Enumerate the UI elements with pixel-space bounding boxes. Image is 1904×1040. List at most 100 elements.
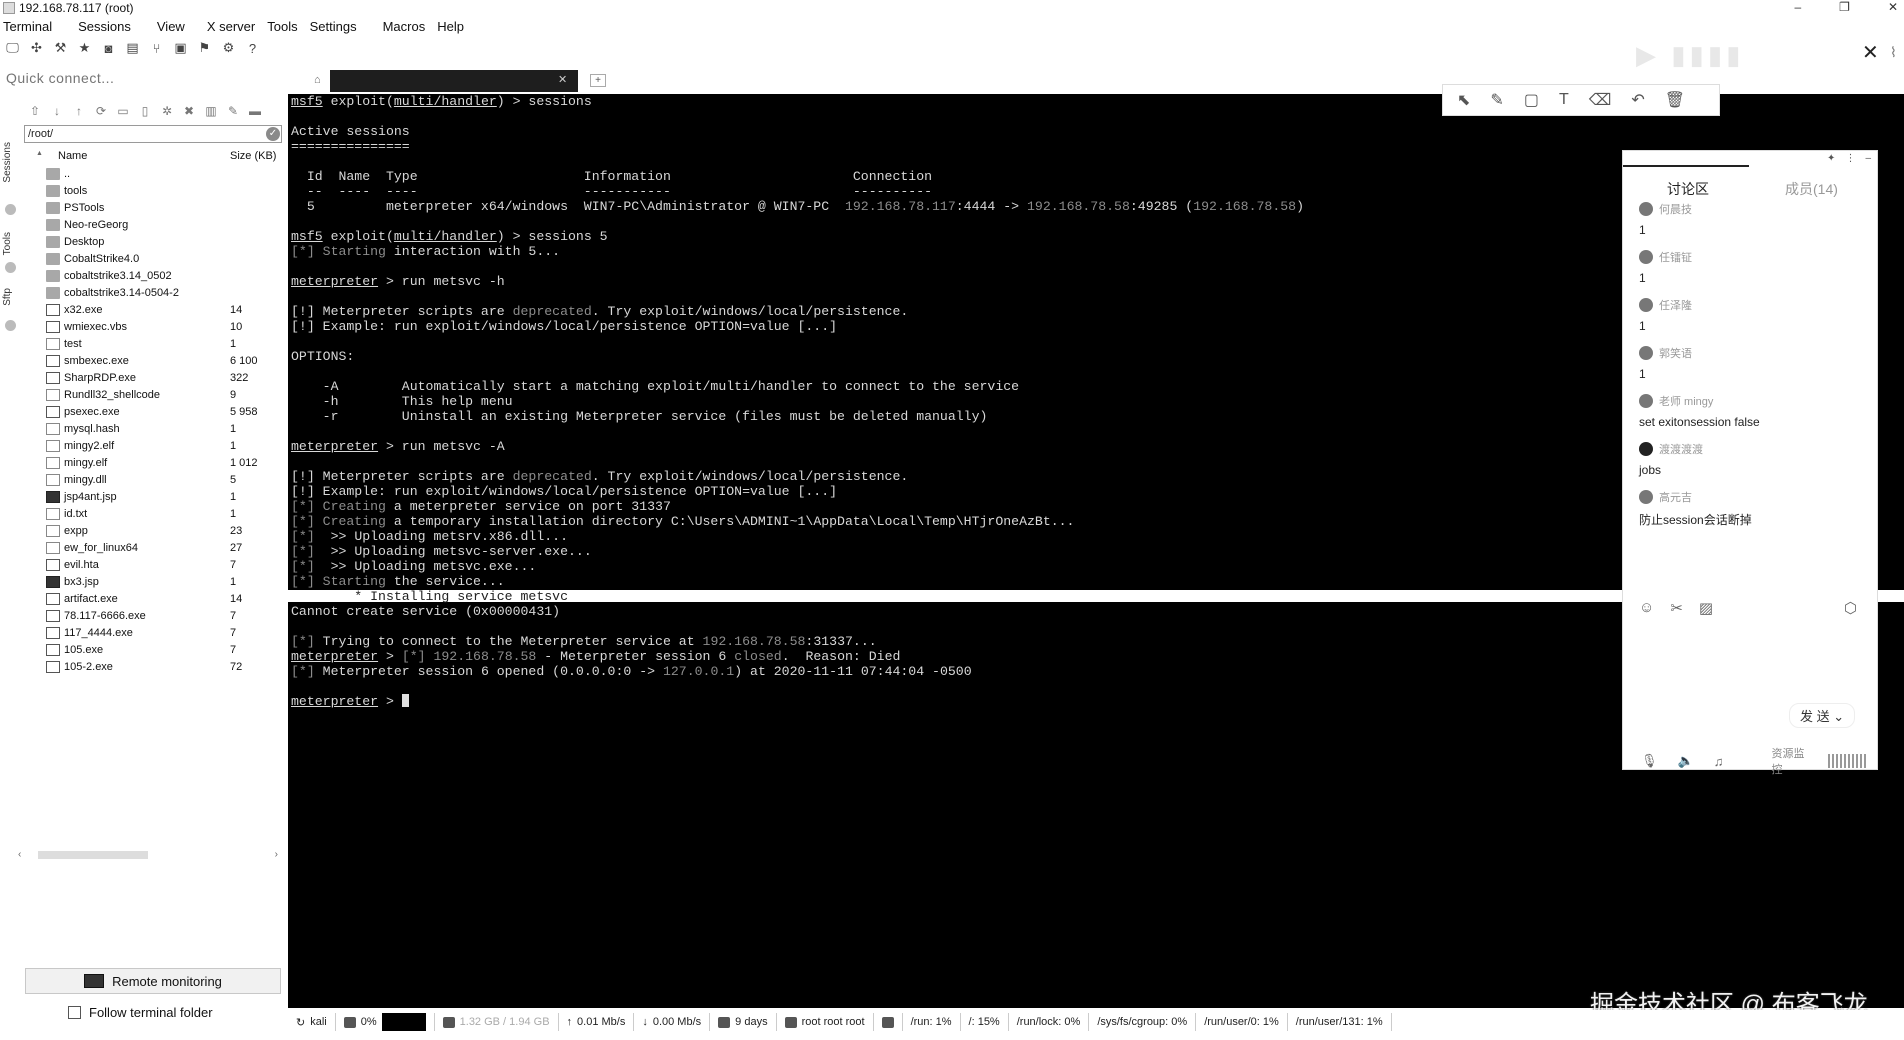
eraser-icon[interactable]: ⌫ [1589, 90, 1612, 110]
file-row[interactable]: .. [24, 166, 282, 183]
file-row[interactable]: mingy.dll 5 [24, 472, 282, 489]
file-row[interactable]: x32.exe 14 [24, 302, 282, 319]
minimize-button[interactable]: – [1794, 0, 1801, 14]
file-row[interactable]: mysql.hash 1 [24, 421, 282, 438]
tab-sftp[interactable]: Sftp [2, 288, 13, 306]
edit-icon[interactable]: ✎ [224, 103, 242, 119]
follow-terminal-folder[interactable]: Follow terminal folder [68, 1005, 213, 1020]
tab-close-icon[interactable]: ✕ [558, 73, 567, 86]
file-row[interactable]: 105.exe 7 [24, 642, 282, 659]
quick-connect-input[interactable] [6, 68, 286, 88]
panel-minimize-icon[interactable]: – [1865, 153, 1871, 164]
pin-icon[interactable]: ✦ [1827, 153, 1835, 164]
menu-tools[interactable]: Tools [264, 19, 306, 34]
file-row[interactable]: Neo-reGeorg [24, 217, 282, 234]
settings-icon[interactable]: ✲ [158, 103, 176, 119]
file-row[interactable]: 78.117-6666.exe 7 [24, 608, 282, 625]
image-icon[interactable]: ▨ [1699, 599, 1713, 617]
file-row[interactable]: cobaltstrike3.14-0504-2 [24, 285, 282, 302]
menu-help[interactable]: Help [434, 19, 473, 34]
file-row[interactable]: expp 23 [24, 523, 282, 540]
more-icon[interactable]: ⋮ [1845, 153, 1855, 164]
file-row[interactable]: jsp4ant.jsp 1 [24, 489, 282, 506]
new-folder-icon[interactable]: ▭ [114, 103, 132, 119]
new-file-icon[interactable]: ▯ [136, 103, 154, 119]
menu-xserver[interactable]: X server [204, 19, 264, 34]
servers-icon[interactable]: ✣ [28, 40, 45, 56]
new-tab-icon[interactable]: + [590, 74, 606, 87]
file-row[interactable]: 117_4444.exe 7 [24, 625, 282, 642]
scroll-left-icon[interactable]: ‹ [18, 849, 21, 860]
file-row[interactable]: evil.hta 7 [24, 557, 282, 574]
file-row[interactable]: mingy.elf 1 012 [24, 455, 282, 472]
music-icon[interactable]: ♫ [1714, 754, 1724, 769]
select-icon[interactable]: ⬉ [1457, 90, 1470, 110]
scissors-icon[interactable]: ✂ [1670, 599, 1683, 617]
file-row[interactable]: mingy2.elf 1 [24, 438, 282, 455]
tab-discussion[interactable]: 讨论区 [1667, 179, 1709, 199]
scroll-thumb[interactable] [38, 851, 148, 859]
rectangle-icon[interactable]: ▢ [1524, 90, 1539, 110]
microphone-icon[interactable]: 🎙 [1641, 753, 1658, 769]
home-tab-icon[interactable]: ⌂ [314, 74, 321, 86]
scroll-right-icon[interactable]: › [275, 849, 278, 860]
emoji-icon[interactable]: ☺ [1639, 599, 1654, 617]
column-size[interactable]: Size (KB) [230, 150, 276, 162]
folder-up-icon[interactable]: ⇧ [26, 103, 44, 119]
refresh-icon[interactable]: ⟳ [92, 103, 110, 119]
file-row[interactable]: Desktop [24, 234, 282, 251]
sftp-path-field[interactable]: /root/ ✓ [24, 125, 282, 143]
terminal-icon[interactable]: ▬ [246, 103, 264, 119]
download-icon[interactable]: ↓ [48, 103, 66, 119]
terminal-tab[interactable]: ✕ [330, 70, 578, 92]
multiexec-icon[interactable]: ▣ [172, 40, 189, 56]
permissions-icon[interactable]: ▥ [202, 103, 220, 119]
file-row[interactable]: SharpRDP.exe 322 [24, 370, 282, 387]
undo-icon[interactable]: ↶ [1631, 90, 1644, 110]
file-row[interactable]: smbexec.exe 6 100 [24, 353, 282, 370]
file-row[interactable]: bx3.jsp 1 [24, 574, 282, 591]
file-row[interactable]: tools [24, 183, 282, 200]
send-button[interactable]: 发 送 ⌄ [1789, 703, 1856, 728]
close-window-button[interactable]: ✕ [1888, 0, 1898, 14]
maximize-button[interactable]: ❐ [1839, 0, 1850, 14]
clear-icon[interactable]: 🗑 [1665, 90, 1685, 110]
file-row[interactable]: PSTools [24, 200, 282, 217]
help-icon[interactable]: ? [244, 40, 261, 56]
file-row[interactable]: ew_for_linux64 27 [24, 540, 282, 557]
overlay-close-icon[interactable]: ✕ [1862, 40, 1879, 65]
file-row[interactable]: artifact.exe 14 [24, 591, 282, 608]
column-name[interactable]: Name [58, 150, 87, 162]
tab-members[interactable]: 成员(14) [1785, 179, 1838, 199]
menu-settings[interactable]: Settings [307, 19, 366, 34]
file-row[interactable]: wmiexec.vbs 10 [24, 319, 282, 336]
menu-sessions[interactable]: Sessions [75, 19, 140, 34]
file-row[interactable]: Rundll32_shellcode 9 [24, 387, 282, 404]
sftp-horizontal-scrollbar[interactable]: ‹ › [18, 849, 278, 861]
menu-terminal[interactable]: Terminal [0, 19, 61, 34]
tools-icon[interactable]: ⚒ [52, 40, 69, 56]
resource-monitor-label[interactable]: 资源监控 [1771, 745, 1808, 777]
session-icon[interactable]: 🖵 [4, 40, 21, 56]
file-row[interactable]: test 1 [24, 336, 282, 353]
remote-monitoring-button[interactable]: Remote monitoring [25, 968, 281, 994]
check-icon[interactable]: ✓ [266, 127, 280, 141]
follow-checkbox[interactable] [68, 1006, 81, 1019]
menu-macros[interactable]: Macros [380, 19, 435, 34]
text-icon[interactable]: T [1559, 91, 1569, 109]
split-icon[interactable]: ⑂ [148, 40, 165, 56]
file-row[interactable]: cobaltstrike3.14_0502 [24, 268, 282, 285]
packages-icon[interactable]: ⚙ [220, 40, 237, 56]
file-row[interactable]: id.txt 1 [24, 506, 282, 523]
tunneling-icon[interactable]: ⚑ [196, 40, 213, 56]
sessions-icon[interactable]: ◙ [100, 40, 117, 56]
file-row[interactable]: CobaltStrike4.0 [24, 251, 282, 268]
games-icon[interactable]: ★ [76, 40, 93, 56]
delete-icon[interactable]: ✖ [180, 103, 198, 119]
view-icon[interactable]: ▤ [124, 40, 141, 56]
chat-settings-icon[interactable]: ⬡ [1844, 599, 1857, 617]
menu-view[interactable]: View [154, 19, 194, 34]
upload-icon[interactable]: ↑ [70, 103, 88, 119]
file-row[interactable]: 105-2.exe 72 [24, 659, 282, 676]
pen-icon[interactable]: ✎ [1490, 90, 1503, 110]
